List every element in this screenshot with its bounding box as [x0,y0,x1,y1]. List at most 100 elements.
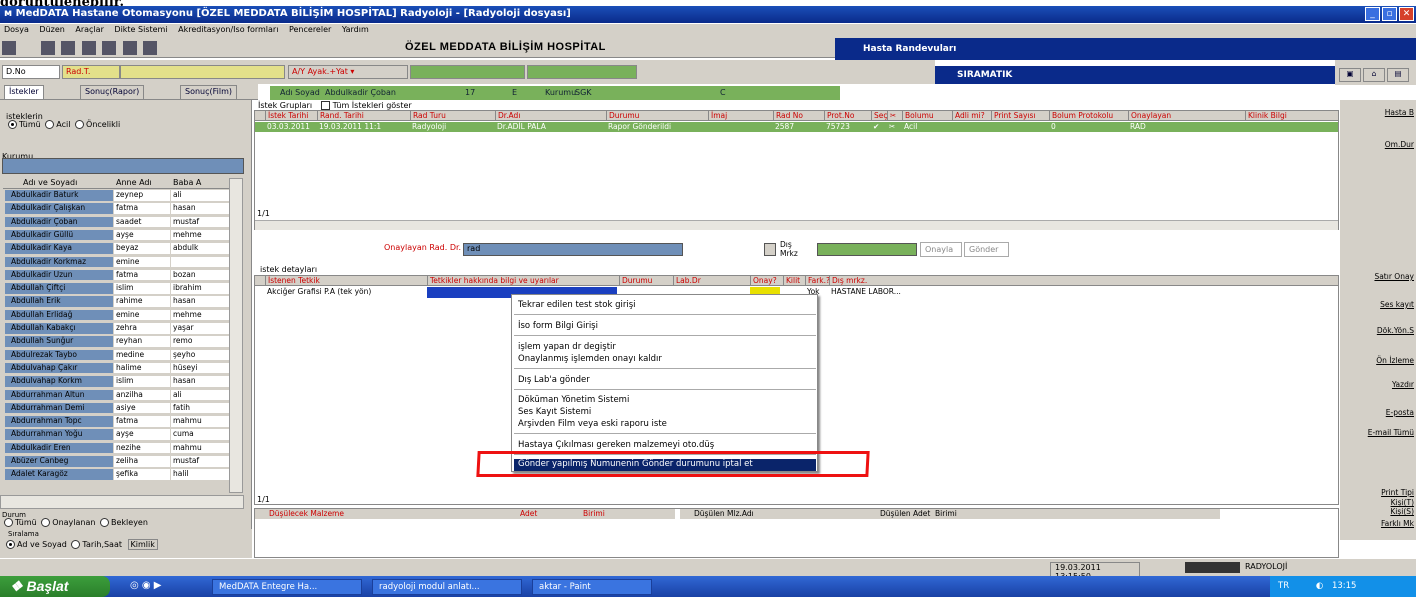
task-meddata[interactable]: MedDATA Entegre Ha... [212,579,362,595]
radio-tumu[interactable] [8,120,17,129]
restore-button[interactable]: ▫ [1382,7,1397,21]
detail-col-header[interactable]: Fark.? [805,276,830,285]
right-panel-button[interactable]: Om.Dur [1346,140,1414,149]
tab-sonuc-film[interactable]: Sonuç(Film) [180,85,238,99]
list-item[interactable]: Abdulkadir Baturk zeynep ali [3,190,229,201]
req-col-header[interactable]: Durumu [606,111,639,120]
tab-sonuc-rapor[interactable]: Sonuç(Rapor) [80,85,145,99]
menu-item-tekrar-test[interactable]: Tekrar edilen test stok girişi [518,300,635,310]
detail-col-header[interactable]: Kilit [783,276,800,285]
list-item[interactable]: Abdulkadir Kaya beyaz abdulk [3,243,229,254]
radio-durum-tumu[interactable] [4,518,13,527]
tab-istekler[interactable]: İstekler [4,85,44,99]
open-icon[interactable] [61,41,76,55]
detail-col-header[interactable]: İstenen Tetkik [265,276,320,285]
menu-araclar[interactable]: Araçlar [75,25,103,34]
kurumu-dropdown[interactable] [2,158,244,174]
req-col-header[interactable]: Bolumu [902,111,934,120]
gonder-button[interactable]: Gönder [964,242,1009,257]
menu-item-iso-form[interactable]: İso form Bilgi Girişi [518,321,598,331]
req-col-header[interactable]: Onaylayan [1128,111,1171,120]
kimlik-button[interactable]: Kimlik [127,539,158,550]
right-panel-button[interactable]: Ön İzleme [1346,356,1414,365]
list-item[interactable]: Abdullah Erik rahime hasan [3,296,229,307]
menu-item-dr-degistir[interactable]: işlem yapan dr degiştir [518,342,616,352]
detail-col-header[interactable]: Durumu [619,276,652,285]
req-col-header[interactable]: Rand. Tarihi [317,111,364,120]
right-panel-button[interactable]: Kişi(S) [1346,507,1414,516]
radt-field[interactable]: Rad.T. [62,65,120,79]
menu-dikte[interactable]: Dikte Sistemi [114,25,167,34]
requests-hscroll[interactable] [255,220,1338,230]
detail-col-header[interactable]: Dış mrkz. [829,276,867,285]
list-item[interactable]: Abdulkadir Uzun fatma bozan [3,269,229,281]
right-panel-button[interactable]: Dök.Yön.S [1346,326,1414,335]
onayla-button[interactable]: Onayla [920,242,962,257]
list-item[interactable]: Abdulkadir Çalışkan fatma hasan [3,203,229,214]
list-item[interactable]: Abdurrahman Demi asiye fatih [3,402,229,414]
menu-duzen[interactable]: Düzen [39,25,64,34]
minimize-button[interactable]: _ [1365,7,1380,21]
radio-durum-bekleyen[interactable] [100,518,109,527]
dno-field[interactable]: D.No [2,65,60,79]
volume-icon[interactable]: ◐ [1316,581,1323,591]
copy-icon[interactable] [40,41,55,55]
radio-tarih-saat[interactable] [71,540,81,549]
menu-item-ses-kayit[interactable]: Ses Kayıt Sistemi [518,407,591,417]
hasta-randevulari-bar[interactable]: Hasta Randevuları [835,38,1416,60]
window-button-3[interactable]: ▤ [1387,68,1409,82]
radio-oncelikli[interactable] [75,120,85,129]
list-item[interactable]: Abdulrezak Taybo medine şeyho [3,349,229,361]
right-panel-button[interactable]: Print Tipi [1346,488,1414,497]
list-item[interactable]: Abdulkadir Korkmaz emine [3,256,229,268]
list-item[interactable]: Abdulkadir Güllü ayşe mehme [3,229,229,241]
col-anne-adi[interactable]: Anne Adı [116,178,152,187]
list-item[interactable]: Abdullah Çiftçi islim ibrahim [3,283,229,294]
dis-merkez-dropdown[interactable] [817,243,917,256]
list-item[interactable]: Abdulkadir Eren nezihe mahmu [3,442,229,454]
window-button-1[interactable]: ▣ [1339,68,1361,82]
list-item[interactable]: Abdullah Kabakçı zehra yaşar [3,323,229,334]
task-paint[interactable]: aktar - Paint [532,579,652,595]
siramatik-bar[interactable]: SIRAMATIK [935,66,1335,84]
menu-item-dis-lab[interactable]: Dış Lab'a gönder [518,375,590,385]
list-item[interactable]: Abdullah Sunğur reyhan remo [3,336,229,347]
right-panel-button[interactable]: Yazdır [1346,380,1414,389]
list-item[interactable]: Abdulvahap Korkm islim hasan [3,376,229,387]
menu-item-arsiv[interactable]: Arşivden Film veya eski raporu iste [518,419,667,429]
table-row[interactable]: 03.03.2011 19.03.2011 11:1 Radyoloji Dr.ADİ… [255,122,1338,132]
req-col-header[interactable]: Adli mi? [952,111,985,120]
language-indicator[interactable]: TR [1278,581,1289,591]
detail-col-header[interactable]: Tetkikler hakkında bilgi ve uyarılar [427,276,559,285]
radio-acil[interactable] [45,120,55,129]
list-item[interactable]: Adalet Karagöz şefika halil [3,469,229,480]
onaylayan-dropdown[interactable]: rad [463,243,683,256]
ayak-dropdown[interactable]: A/Y Ayak.+Yat ▾ [288,65,408,79]
dis-merkez-arrow[interactable] [764,243,776,256]
patient-list-hscroll[interactable] [0,495,244,509]
list-item[interactable]: Abdulvahap Çakır halime hüseyi [3,362,229,374]
start-button[interactable]: ❖ Başlat [0,576,110,597]
window-button-2[interactable]: ⌂ [1363,68,1385,82]
menu-pencereler[interactable]: Pencereler [289,25,331,34]
req-col-header[interactable]: Print Sayısı [991,111,1036,120]
close-button[interactable]: ✕ [1399,7,1414,21]
print-icon[interactable] [122,41,137,55]
col-ad-soyad[interactable]: Adı ve Soyadı [23,178,77,187]
menu-icon[interactable] [2,41,16,55]
req-col-header[interactable]: Rad No [773,111,803,120]
grid-icon[interactable] [81,41,96,55]
filter-dropdown-1[interactable] [410,65,525,79]
menu-akreditasyon[interactable]: Akreditasyon/Iso formları [178,25,278,34]
req-col-header[interactable]: Dr.Adı [495,111,520,120]
list-item[interactable]: Abdurrahman Yoğu ayşe cuma [3,429,229,440]
menu-item-dokuman[interactable]: Döküman Yönetim Sistemi [518,395,629,405]
col-baba-adi[interactable]: Baba A [173,178,201,187]
right-panel-button[interactable]: Satır Onay [1346,272,1414,281]
menu-item-onay-kaldir[interactable]: Onaylanmış işlemden onayı kaldır [518,354,662,364]
req-col-header[interactable]: Seç [871,111,888,120]
preview-icon[interactable] [143,41,158,55]
right-panel-button[interactable]: Kişi(T) [1346,498,1414,507]
right-panel-button[interactable]: Ses kayıt [1346,300,1414,309]
save-icon[interactable] [102,41,117,55]
